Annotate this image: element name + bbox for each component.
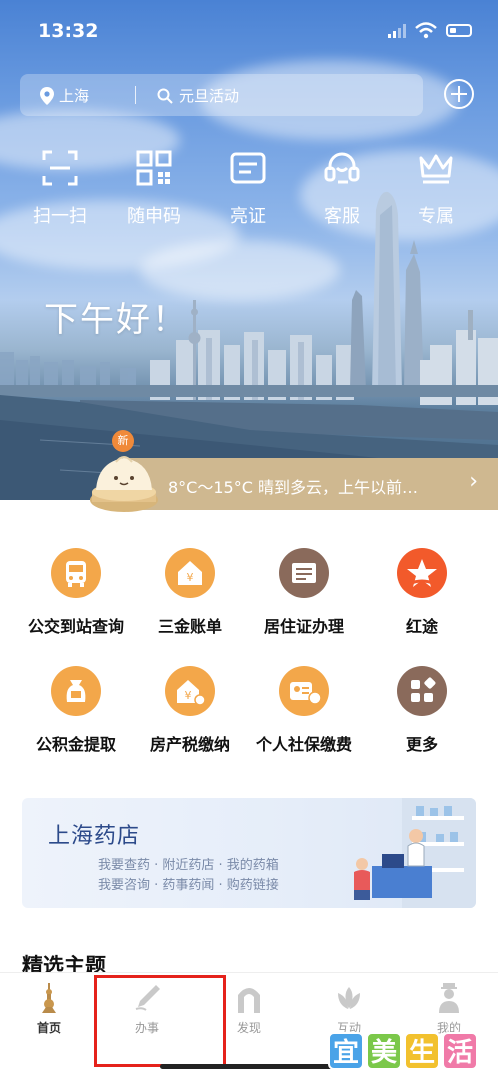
wifi-icon — [415, 22, 437, 39]
service-property-tax[interactable]: ¥ 房产税缴纳 — [130, 666, 250, 755]
location-label: 上海 — [59, 87, 90, 105]
chevron-right-icon: › — [469, 469, 478, 494]
headset-icon — [324, 152, 360, 184]
status-bar: 13:32 — [0, 0, 498, 60]
service-label: 个人社保缴费 — [255, 735, 352, 754]
service-more[interactable]: 更多 — [362, 666, 482, 755]
tab-mine[interactable]: 我的 — [414, 983, 484, 1036]
battery-icon — [446, 24, 472, 37]
quick-action-label: 亮证 — [230, 206, 266, 227]
service-label: 更多 — [405, 735, 438, 754]
service-label: 三金账单 — [157, 617, 222, 636]
banner-title: 上海药店 — [48, 824, 141, 849]
search-bar[interactable]: 上海 元旦活动 — [20, 74, 423, 116]
quick-action-qr-code[interactable]: 随申码 — [114, 148, 194, 228]
banner-line-1: 我要查药 · 附近药店 · 我的药箱 — [98, 858, 279, 873]
lotus-icon — [338, 987, 360, 1009]
highlight-box — [94, 975, 226, 1067]
quick-action-label: 客服 — [324, 206, 360, 227]
tab-interact[interactable]: 互动 — [314, 983, 384, 1036]
scan-icon — [42, 150, 78, 186]
service-red-route[interactable]: 红途 — [362, 548, 482, 637]
weather-text: 8°C～15°C 晴到多云，上午以前… — [168, 478, 418, 497]
quick-action-id-card[interactable]: 亮证 — [208, 148, 288, 228]
svg-text:¥: ¥ — [185, 689, 192, 702]
status-time: 13:32 — [38, 20, 99, 42]
search-placeholder: 元旦活动 — [179, 87, 240, 105]
qr-code-icon — [136, 150, 172, 186]
svg-text:¥: ¥ — [187, 571, 194, 584]
new-badge: 新 — [112, 430, 134, 452]
service-social-security[interactable]: 个人社保缴费 — [244, 666, 364, 755]
bus-icon — [51, 548, 101, 598]
search-input[interactable]: 元旦活动 — [157, 85, 239, 106]
quick-action-customer-service[interactable]: 客服 — [302, 148, 382, 228]
residence-card-icon — [279, 548, 329, 598]
hero-banner: 13:32 上海 元旦活动 扫一扫 随申码 亮证 客服 专属 下午好！ — [0, 0, 498, 500]
home-tower-icon — [42, 983, 56, 1013]
quick-action-scan[interactable]: 扫一扫 — [20, 148, 100, 228]
social-security-icon — [279, 666, 329, 716]
search-divider — [135, 86, 136, 104]
location-pin-icon — [40, 86, 54, 105]
pharmacy-illustration-icon — [354, 798, 476, 908]
service-label: 公积金提取 — [35, 735, 116, 754]
person-icon — [439, 983, 459, 1013]
money-house-icon: ¥ — [165, 548, 215, 598]
service-provident-fund[interactable]: 公积金提取 — [16, 666, 136, 755]
service-label: 居住证办理 — [263, 617, 344, 636]
service-residence-permit[interactable]: 居住证办理 — [244, 548, 364, 637]
more-grid-icon — [397, 666, 447, 716]
fund-bag-icon — [51, 666, 101, 716]
service-three-funds-bill[interactable]: ¥ 三金账单 — [130, 548, 250, 637]
watermark-char: 生 — [404, 1032, 440, 1070]
watermark-char: 美 — [366, 1032, 402, 1070]
watermark: 宜 美 生 活 — [328, 1032, 478, 1070]
quick-action-exclusive[interactable]: 专属 — [396, 148, 476, 228]
search-icon — [157, 88, 173, 104]
tab-home[interactable]: 首页 — [14, 983, 84, 1036]
add-button[interactable] — [444, 79, 474, 109]
service-label: 房产税缴纳 — [149, 735, 230, 754]
crown-icon — [419, 154, 453, 184]
greeting-text: 下午好！ — [44, 300, 188, 340]
red-star-icon — [397, 548, 447, 598]
tab-label: 首页 — [36, 1021, 61, 1035]
location-selector[interactable]: 上海 — [40, 85, 89, 106]
arch-icon — [238, 988, 260, 1013]
watermark-char: 宜 — [328, 1032, 364, 1070]
quick-action-label: 扫一扫 — [33, 206, 87, 227]
quick-action-label: 专属 — [418, 206, 454, 227]
cellular-signal-icon — [388, 24, 406, 38]
home-indicator — [160, 1064, 340, 1069]
pharmacy-banner[interactable]: 上海药店 我要查药 · 附近药店 · 我的药箱 我要咨询 · 药事药闻 · 购药… — [22, 798, 476, 908]
service-bus-arrival[interactable]: 公交到站查询 — [16, 548, 136, 637]
banner-line-2: 我要咨询 · 药事药闻 · 购药链接 — [98, 878, 279, 893]
watermark-char: 活 — [442, 1032, 478, 1070]
service-label: 公交到站查询 — [27, 617, 124, 636]
service-label: 红途 — [405, 617, 438, 636]
quick-action-label: 随申码 — [127, 206, 181, 227]
property-tax-icon: ¥ — [165, 666, 215, 716]
id-card-icon — [230, 152, 266, 184]
